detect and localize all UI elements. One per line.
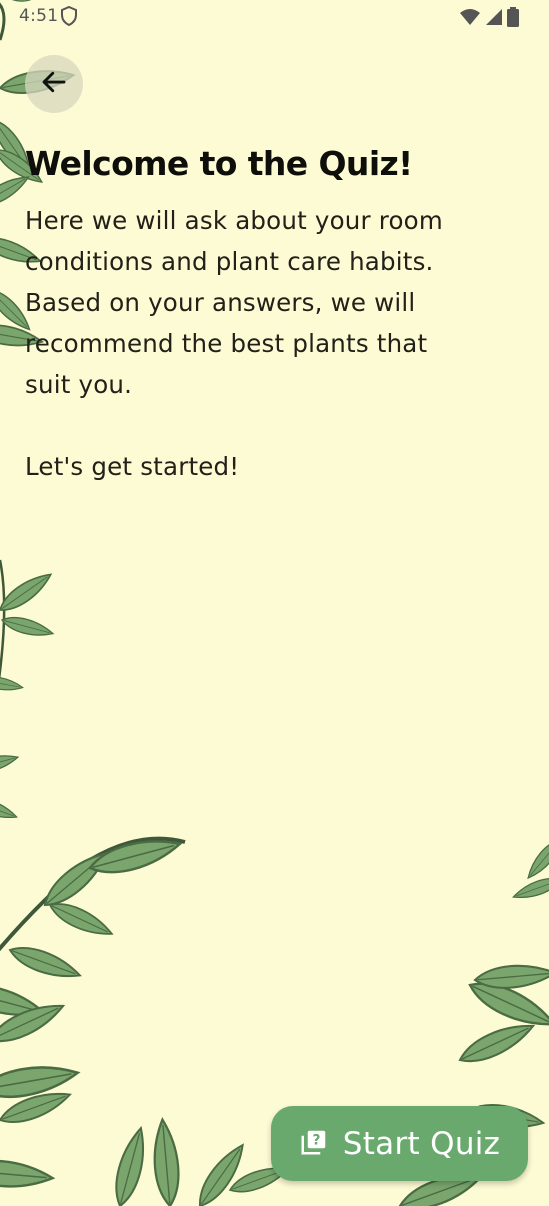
start-quiz-label: Start Quiz (342, 1125, 501, 1162)
signal-icon (485, 8, 503, 31)
quiz-icon: ? (299, 1127, 329, 1161)
status-bar: 4:51 (0, 0, 549, 34)
page-title: Welcome to the Quiz! (25, 144, 413, 183)
status-time: 4:51 (19, 6, 59, 26)
arrow-left-icon (39, 67, 69, 101)
back-button[interactable] (25, 55, 83, 113)
svg-text:?: ? (312, 1132, 320, 1148)
shield-icon (61, 5, 77, 31)
main-content: Welcome to the Quiz! Here we will ask ab… (25, 140, 525, 487)
wifi-icon (459, 8, 481, 31)
start-quiz-button[interactable]: ? Start Quiz (271, 1106, 528, 1181)
call-to-action-text: Let's get started! (25, 452, 240, 481)
battery-icon (507, 7, 519, 32)
status-icons (459, 7, 519, 32)
intro-text: Here we will ask about your room conditi… (25, 206, 443, 399)
